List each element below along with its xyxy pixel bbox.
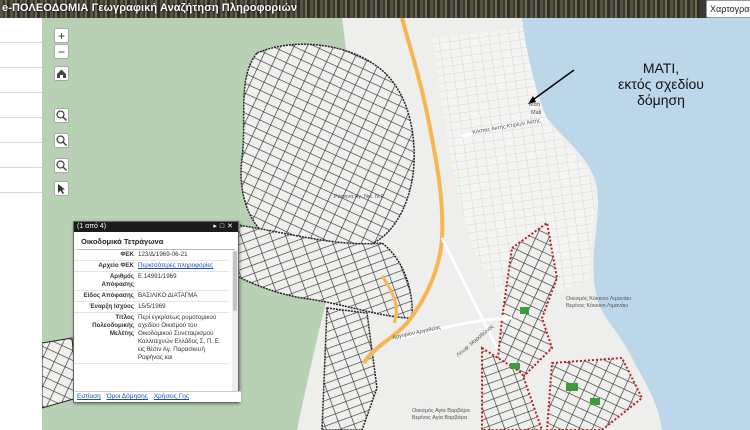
green-patch [590,398,600,405]
popup-footer: Εστίαση Όροι Δόμησης Χρήσεις Γης [74,391,241,402]
side-panel-row[interactable] [0,43,42,68]
attribute-value: ΒΑΣΙΛΙΚΟ ΔΙΑΤΑΓΜΑ [136,290,229,302]
attribute-row: ΦΕΚ 123/Δ/1969-06-21 [74,250,229,261]
planned-area-west[interactable] [42,337,78,409]
home-icon [57,69,66,78]
side-panel-row[interactable] [0,18,42,43]
side-panel [0,18,43,430]
map-label-school-lower-2: Βερίνος Αγία Βαρβάρα [412,415,468,421]
attribute-row: Αρχείο ΦΕΚ Περισσότερες πληροφορίες [74,260,229,272]
attribute-key: Αρχείο ΦΕΚ [74,260,136,272]
home-button[interactable] [54,66,69,81]
side-panel-row[interactable] [0,93,42,118]
attribute-key: Είδος Απόφασης [74,290,136,302]
app-title: e-ΠΟΛΕΟΔΟΜΙΑ Γεωγραφική Αναζήτηση Πληροφ… [2,2,298,14]
map-label-school-upper-2: Βερίνος Κόκκινο Λιμανάκι [566,303,629,309]
popup-counter: (1 από 4) [77,223,107,230]
close-icon[interactable]: ✕ [227,223,236,230]
land-uses-link[interactable]: Χρήσεις Γης [154,393,189,400]
popup-body: ΦΕΚ 123/Δ/1969-06-21 Αρχείο ΦΕΚ Περισσότερε… [74,250,238,392]
full-extent-button[interactable] [54,158,69,173]
magnifier-icon [56,160,68,172]
side-panel-row[interactable] [0,143,42,168]
attribute-value: 15/5/1969 [136,301,229,313]
attribute-key: ΦΕΚ [74,250,136,261]
annotation-line-1: ΜΑΤΙ, [642,60,680,76]
feature-info-popup[interactable]: (1 από 4) ▸□✕ Οικοδομικά Τετράγωνα ΦΕΚ 12… [73,221,241,403]
annotation-text: ΜΑΤΙ, εκτός σχεδίου δόμηση [586,60,736,108]
pan-select-button[interactable] [54,181,69,196]
side-panel-row[interactable] [0,118,42,143]
map-label-school-upper: Οικισμός Κόκκινο Λιμανάκι [566,296,631,302]
zoom-out-button[interactable]: − [54,44,69,59]
zoom-box-out-button[interactable] [54,133,69,148]
green-patch [520,307,529,314]
planned-area-south[interactable] [321,307,378,430]
attribute-key: Έναρξη Ισχύος [74,301,136,313]
popup-title: Οικοδομικά Τετράγωνα [77,232,235,250]
zoom-to-link[interactable]: Εστίαση [77,393,101,400]
annotation-line-3: δόμηση [637,92,685,108]
app-header: e-ΠΟΛΕΟΔΟΜΙΑ Γεωγραφική Αναζήτηση Πληροφ… [0,0,750,18]
side-panel-row[interactable] [0,168,42,193]
map-label-village-center: Ράφηνα Αγ. Νικ. Ν.Ρ. [334,194,385,200]
attribute-row: Αριθμός Απόφασης Ε.14991/1969 [74,271,229,291]
attribute-row: Τίτλος Πολεοδομικής Μελέτης Περί εγκρίσεω… [74,312,229,364]
scrollbar-thumb[interactable] [233,251,237,311]
attribute-value: Ε.14991/1969 [136,271,229,291]
attribute-value[interactable]: Περισσότερες πληροφορίες [136,260,229,272]
zoom-in-button[interactable]: + [54,28,69,43]
attribute-row: Είδος Απόφασης ΒΑΣΙΛΙΚΟ ΔΙΑΤΑΓΜΑ [74,290,229,302]
magnifier-plus-icon [56,110,68,122]
zoom-box-in-button[interactable] [54,108,69,123]
green-patch [566,383,578,391]
side-panel-row[interactable] [0,68,42,93]
attribute-value: Περί εγκρίσεως ρυμοτομικού σχεδίου Οικισ… [136,312,229,364]
attribute-value: 123/Δ/1969-06-21 [136,250,229,261]
map-label-mati-latin: Mati [531,110,542,116]
annotation-line-2: εκτός σχεδίου [618,76,704,92]
attribute-table: ΦΕΚ 123/Δ/1969-06-21 Αρχείο ΦΕΚ Περισσότερε… [74,250,229,364]
map-label-school-lower: Οικισμός Αγία Βαρβάρα [412,408,470,414]
map-label-mati: Μάτι [529,102,541,108]
attribute-row: Έναρξη Ισχύος 15/5/1969 [74,301,229,313]
green-patch [510,363,520,369]
attribute-key: Τίτλος Πολεοδομικής Μελέτης [74,312,136,364]
magnifier-minus-icon [56,135,68,147]
map-type-selector[interactable]: Χαρτογραφ [706,0,750,18]
attribute-key: Αριθμός Απόφασης [74,271,136,291]
cursor-arrow-icon [58,184,65,194]
building-terms-link[interactable]: Όροι Δόμησης [107,393,148,400]
more-info-link[interactable]: Περισσότερες πληροφορίες [138,262,213,269]
popup-header-bar: (1 από 4) ▸□✕ [74,222,238,232]
popup-scrollbar[interactable] [232,250,238,392]
